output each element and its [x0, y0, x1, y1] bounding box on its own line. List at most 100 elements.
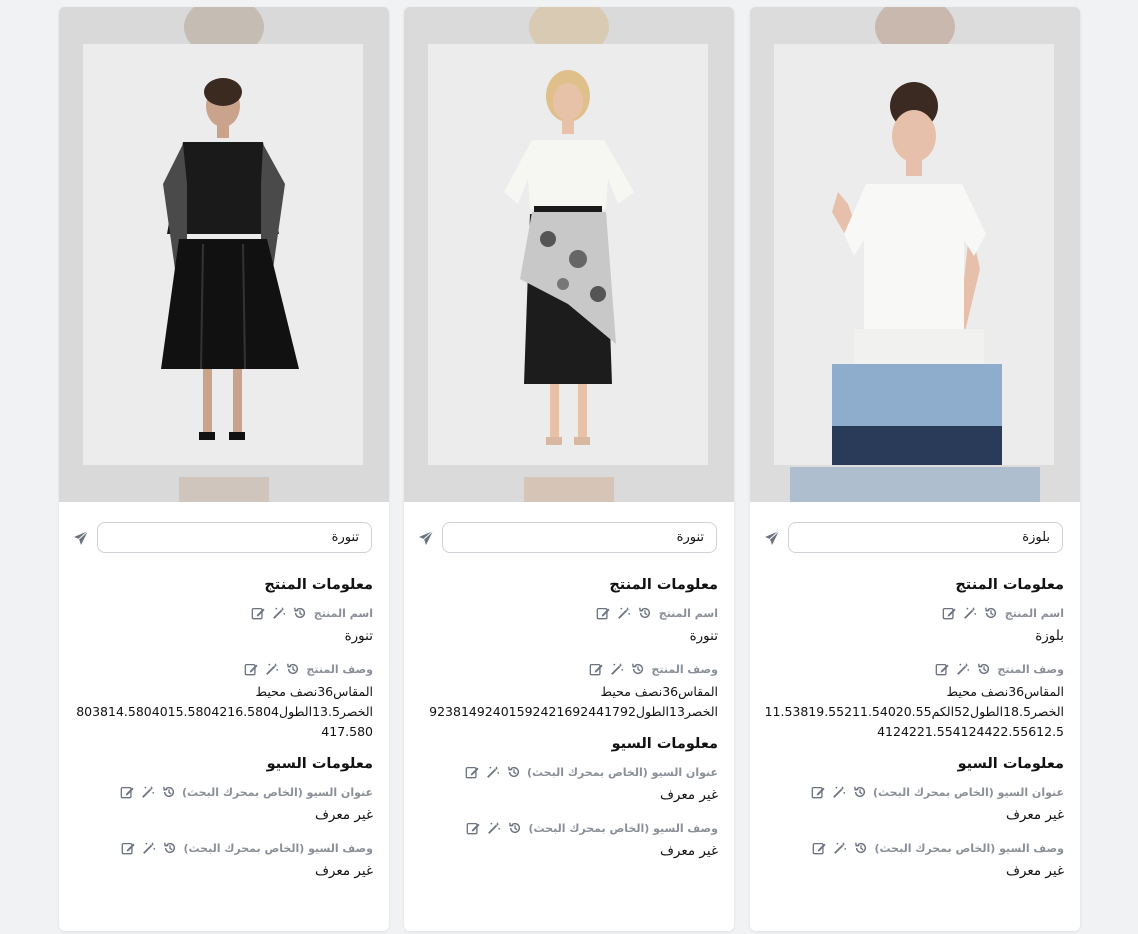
- history-icon[interactable]: [285, 662, 300, 677]
- product-desc-line: المقاس36نصف محيط: [600, 684, 718, 699]
- send-icon[interactable]: [418, 530, 434, 546]
- seo-section-title: معلومات السيو: [611, 736, 718, 752]
- edit-icon[interactable]: [812, 841, 827, 856]
- product-section-title: معلومات المنتج: [955, 577, 1064, 593]
- seo-desc-label: وصف السيو (الخاص بمحرك البحث): [874, 841, 1065, 855]
- product-desc-field: وصف المنتج المقاس36نصف محيط الخصر18.5الط…: [764, 660, 1064, 742]
- product-name-field: اسم المنتج بلوزة: [764, 604, 1064, 646]
- product-name-field: اسم المنتج تنورة: [73, 604, 373, 646]
- product-desc-label: وصف المنتج: [651, 662, 718, 676]
- edit-icon[interactable]: [464, 765, 479, 780]
- seo-title-value: غير معرف: [314, 807, 373, 823]
- product-card: معلومات المنتج اسم المنتج تنورة وصف المن…: [59, 7, 389, 931]
- history-icon[interactable]: [852, 785, 867, 800]
- product-card: معلومات المنتج اسم المنتج تنورة وصف المن…: [404, 7, 734, 931]
- magic-wand-icon[interactable]: [955, 662, 970, 677]
- history-icon[interactable]: [508, 821, 523, 836]
- product-image-area: [404, 7, 734, 502]
- send-icon[interactable]: [764, 530, 780, 546]
- product-name-value: تنورة: [689, 628, 718, 644]
- magic-wand-icon[interactable]: [142, 841, 157, 856]
- seo-title-label: عنوان السيو (الخاص بمحرك البحث): [873, 785, 1064, 799]
- product-name-input-row: [418, 522, 718, 554]
- product-desc-label: وصف المنتج: [306, 662, 373, 676]
- history-icon[interactable]: [638, 606, 653, 621]
- magic-wand-icon[interactable]: [617, 606, 632, 621]
- edit-icon[interactable]: [934, 662, 949, 677]
- magic-wand-icon[interactable]: [264, 662, 279, 677]
- product-desc-field: وصف المنتج المقاس36نصف محيط الخصر13.5الط…: [73, 660, 373, 742]
- magic-wand-icon[interactable]: [272, 606, 287, 621]
- product-info: معلومات المنتج اسم المنتج تنورة وصف المن…: [73, 577, 373, 895]
- edit-icon[interactable]: [466, 821, 481, 836]
- history-icon[interactable]: [506, 765, 521, 780]
- seo-title-field: عنوان السيو (الخاص بمحرك البحث) غير معرف: [418, 763, 718, 805]
- product-desc-line: 4124221.554124422.55612.5: [877, 724, 1064, 739]
- seo-desc-label: وصف السيو (الخاص بمحرك البحث): [183, 841, 374, 855]
- history-icon[interactable]: [630, 662, 645, 677]
- seo-desc-field: وصف السيو (الخاص بمحرك البحث) غير معرف: [418, 819, 718, 861]
- seo-title-field: عنوان السيو (الخاص بمحرك البحث) غير معرف: [764, 783, 1064, 825]
- seo-desc-field: وصف السيو (الخاص بمحرك البحث) غير معرف: [764, 839, 1064, 881]
- history-icon[interactable]: [161, 785, 176, 800]
- product-image-area: [750, 7, 1080, 502]
- history-icon[interactable]: [293, 606, 308, 621]
- product-section-title: معلومات المنتج: [609, 577, 718, 593]
- seo-title-value: غير معرف: [659, 787, 718, 803]
- product-desc-line: الخصر18.5الطول52الكم11.53819.55211.54020…: [764, 704, 1064, 719]
- product-photo: [774, 44, 1054, 465]
- product-name-input[interactable]: [788, 522, 1063, 553]
- history-icon[interactable]: [984, 606, 999, 621]
- product-desc-line: المقاس36نصف محيط: [946, 684, 1064, 699]
- seo-section-title: معلومات السيو: [957, 756, 1064, 772]
- magic-wand-icon[interactable]: [485, 765, 500, 780]
- history-icon[interactable]: [854, 841, 869, 856]
- edit-icon[interactable]: [942, 606, 957, 621]
- edit-icon[interactable]: [119, 785, 134, 800]
- edit-icon[interactable]: [243, 662, 258, 677]
- magic-wand-icon[interactable]: [609, 662, 624, 677]
- seo-section-title: معلومات السيو: [266, 756, 373, 772]
- seo-title-label: عنوان السيو (الخاص بمحرك البحث): [527, 765, 718, 779]
- product-photo: [83, 44, 363, 465]
- seo-title-value: غير معرف: [1005, 807, 1064, 823]
- product-name-value: بلوزة: [1035, 628, 1064, 644]
- product-name-label: اسم المنتج: [1004, 606, 1064, 620]
- magic-wand-icon[interactable]: [831, 785, 846, 800]
- product-desc-label: وصف المنتج: [997, 662, 1064, 676]
- edit-icon[interactable]: [251, 606, 266, 621]
- product-name-input-row: [764, 522, 1064, 554]
- product-desc-line: المقاس36نصف محيط: [255, 684, 373, 699]
- send-icon[interactable]: [73, 530, 89, 546]
- product-info: معلومات المنتج اسم المنتج تنورة وصف المن…: [418, 577, 718, 875]
- product-name-label: اسم المنتج: [658, 606, 718, 620]
- magic-wand-icon[interactable]: [140, 785, 155, 800]
- product-name-value: تنورة: [344, 628, 373, 644]
- product-name-input[interactable]: [97, 522, 372, 553]
- magic-wand-icon[interactable]: [487, 821, 502, 836]
- product-info: معلومات المنتج اسم المنتج بلوزة وصف المن…: [764, 577, 1064, 895]
- magic-wand-icon[interactable]: [963, 606, 978, 621]
- product-name-field: اسم المنتج تنورة: [418, 604, 718, 646]
- product-desc-line: الخصر13الطول92381492401592421692441792: [429, 704, 718, 719]
- edit-icon[interactable]: [596, 606, 611, 621]
- magic-wand-icon[interactable]: [833, 841, 848, 856]
- seo-desc-value: غير معرف: [1005, 863, 1064, 879]
- seo-title-label: عنوان السيو (الخاص بمحرك البحث): [182, 785, 373, 799]
- product-section-title: معلومات المنتج: [264, 577, 373, 593]
- history-icon[interactable]: [976, 662, 991, 677]
- product-desc-line: 417.580: [321, 724, 373, 739]
- edit-icon[interactable]: [810, 785, 825, 800]
- history-icon[interactable]: [163, 841, 178, 856]
- product-name-input[interactable]: [442, 522, 717, 553]
- product-board: معلومات المنتج اسم المنتج تنورة وصف المن…: [0, 0, 1138, 934]
- product-desc-line: الخصر13.5الطول803814.5804015.5804216.580…: [76, 704, 373, 719]
- product-desc-field: وصف المنتج المقاس36نصف محيط الخصر13الطول…: [418, 660, 718, 722]
- edit-icon[interactable]: [588, 662, 603, 677]
- edit-icon[interactable]: [121, 841, 136, 856]
- seo-desc-value: غير معرف: [314, 863, 373, 879]
- product-photo: [428, 44, 708, 465]
- product-name-input-row: [73, 522, 373, 554]
- seo-desc-value: غير معرف: [659, 843, 718, 859]
- product-name-label: اسم المنتج: [313, 606, 373, 620]
